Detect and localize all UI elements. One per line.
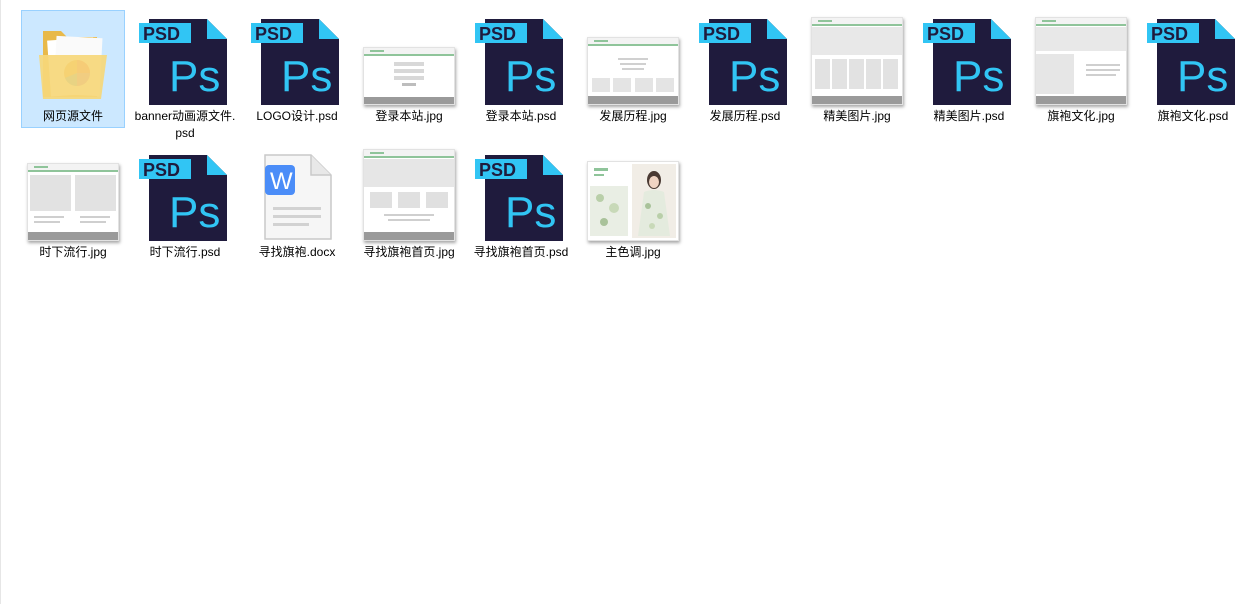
file-label: 时下流行.jpg: [39, 245, 107, 259]
file-item-docx[interactable]: W 寻找旗袍.docx: [245, 146, 349, 264]
svg-text:Ps: Ps: [505, 188, 556, 237]
file-label: 寻找旗袍首页.psd: [473, 245, 569, 259]
psd-icon: PSD Ps: [697, 11, 793, 107]
psd-icon: PSD Ps: [249, 11, 345, 107]
file-item-psd[interactable]: PSD Ps LOGO设计.psd: [245, 10, 349, 128]
psd-icon: PSD Ps: [473, 11, 569, 107]
svg-text:Ps: Ps: [953, 52, 1004, 101]
file-label: 寻找旗袍首页.jpg: [363, 245, 455, 259]
svg-text:PSD: PSD: [703, 24, 740, 44]
svg-text:W: W: [270, 168, 293, 195]
svg-text:Ps: Ps: [169, 52, 220, 101]
file-item-psd[interactable]: PSD Ps 精美图片.psd: [917, 10, 1021, 128]
svg-text:Ps: Ps: [169, 188, 220, 237]
file-item-jpg[interactable]: 登录本站.jpg: [357, 10, 461, 128]
file-label: 寻找旗袍.docx: [258, 245, 336, 259]
folder-icon: [25, 11, 121, 107]
svg-text:PSD: PSD: [479, 24, 516, 44]
psd-icon: PSD Ps: [1145, 11, 1241, 107]
image-thumbnail-icon: [585, 147, 681, 243]
svg-text:PSD: PSD: [255, 24, 292, 44]
image-thumbnail-icon: [809, 11, 905, 107]
svg-text:PSD: PSD: [143, 160, 180, 180]
file-label: 主色调.jpg: [605, 245, 661, 259]
file-item-jpg[interactable]: 精美图片.jpg: [805, 10, 909, 128]
svg-text:Ps: Ps: [729, 52, 780, 101]
file-item-jpg[interactable]: 寻找旗袍首页.jpg: [357, 146, 461, 282]
psd-icon: PSD Ps: [921, 11, 1017, 107]
file-item-jpg[interactable]: 主色调.jpg: [581, 146, 685, 264]
file-label: 登录本站.psd: [485, 109, 557, 123]
image-thumbnail-icon: [361, 11, 457, 107]
svg-text:Ps: Ps: [281, 52, 332, 101]
svg-text:PSD: PSD: [479, 160, 516, 180]
file-label: 发展历程.psd: [709, 109, 781, 123]
file-item-psd[interactable]: PSD Ps 旗袍文化.psd: [1141, 10, 1245, 128]
file-item-jpg[interactable]: 时下流行.jpg: [21, 146, 125, 264]
file-label: 精美图片.psd: [933, 109, 1005, 123]
file-label: 时下流行.psd: [149, 245, 221, 259]
svg-text:Ps: Ps: [505, 52, 556, 101]
file-label: 旗袍文化.jpg: [1047, 109, 1115, 123]
file-label: LOGO设计.psd: [256, 109, 338, 123]
file-item-folder[interactable]: 网页源文件: [21, 10, 125, 128]
image-thumbnail-icon: [1033, 11, 1129, 107]
file-label: 旗袍文化.psd: [1157, 109, 1229, 123]
file-label: 精美图片.jpg: [823, 109, 891, 123]
psd-icon: PSD Ps: [137, 147, 233, 243]
psd-icon: PSD Ps: [473, 147, 569, 243]
svg-text:PSD: PSD: [143, 24, 180, 44]
file-label: 发展历程.jpg: [599, 109, 667, 123]
svg-text:PSD: PSD: [927, 24, 964, 44]
image-thumbnail-icon: [361, 147, 457, 243]
file-label: 网页源文件: [42, 109, 103, 123]
word-document-icon: W: [249, 147, 345, 243]
psd-icon: PSD Ps: [137, 11, 233, 107]
file-label: banner动画源文件.psd: [134, 109, 236, 140]
file-item-jpg[interactable]: 旗袍文化.jpg: [1029, 10, 1133, 128]
file-label: 登录本站.jpg: [375, 109, 443, 123]
file-explorer-pane: 网页源文件 PSD Ps banner动画源文件.psd PSD Ps LOGO…: [0, 0, 1254, 604]
file-item-psd[interactable]: PSD Ps 时下流行.psd: [133, 146, 237, 264]
file-item-jpg[interactable]: 发展历程.jpg: [581, 10, 685, 128]
file-item-psd[interactable]: PSD Ps 登录本站.psd: [469, 10, 573, 128]
file-item-psd[interactable]: PSD Ps banner动画源文件.psd: [133, 10, 237, 140]
file-item-psd[interactable]: PSD Ps 寻找旗袍首页.psd: [469, 146, 573, 282]
svg-text:PSD: PSD: [1151, 24, 1188, 44]
image-thumbnail-icon: [585, 11, 681, 107]
svg-text:Ps: Ps: [1177, 52, 1228, 101]
file-item-psd[interactable]: PSD Ps 发展历程.psd: [693, 10, 797, 128]
image-thumbnail-icon: [25, 147, 121, 243]
